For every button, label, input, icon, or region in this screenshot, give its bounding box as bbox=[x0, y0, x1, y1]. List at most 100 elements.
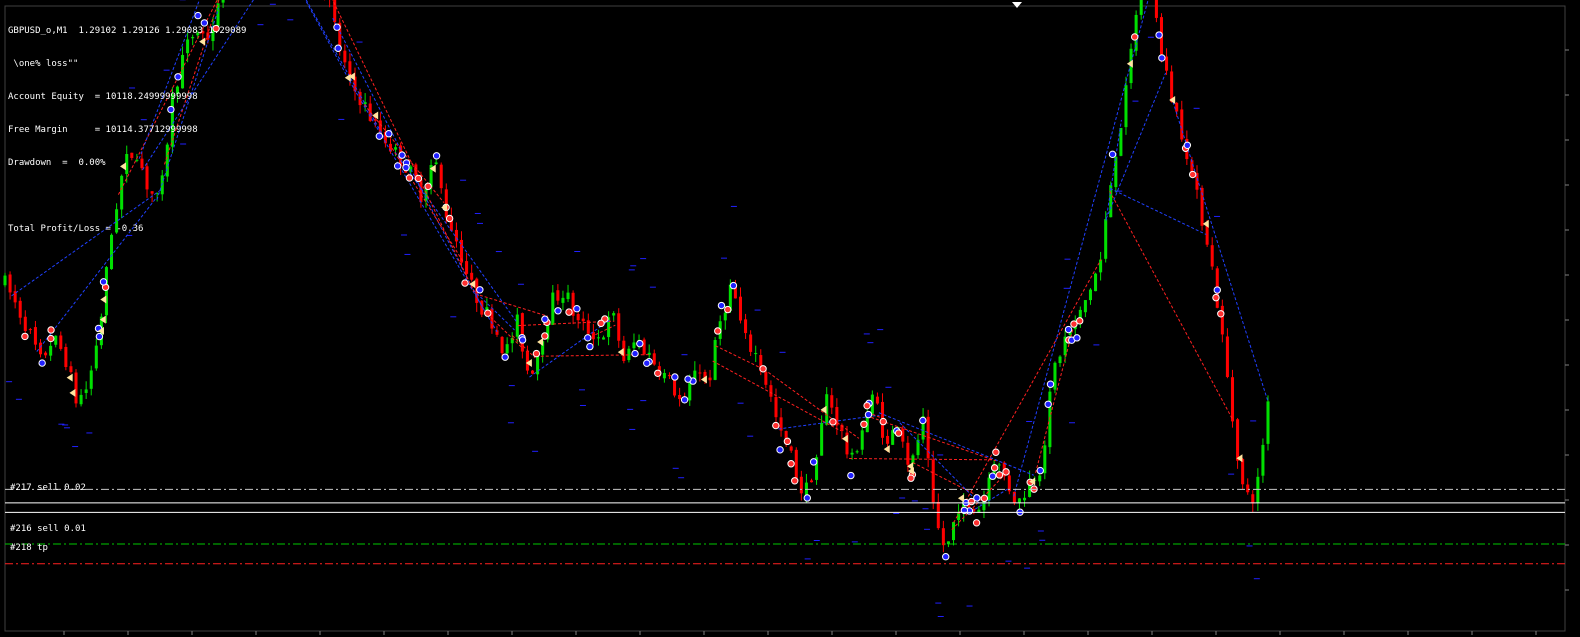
order-217-label[interactable]: #217 sell 0.02 bbox=[10, 483, 86, 493]
candle-body bbox=[952, 522, 956, 541]
candle-body bbox=[1104, 219, 1108, 259]
trade-connector-line bbox=[878, 412, 1034, 476]
candle-body bbox=[221, 0, 225, 3]
candle-body bbox=[104, 267, 108, 316]
sell-marker-icon bbox=[414, 174, 423, 183]
candle-body bbox=[1165, 56, 1169, 71]
sell-marker-icon bbox=[980, 494, 989, 503]
candle-body bbox=[551, 292, 555, 325]
candle-body bbox=[855, 451, 859, 453]
candle-body bbox=[820, 422, 824, 456]
candle-body bbox=[602, 337, 606, 340]
close-arrow-icon bbox=[537, 338, 544, 347]
sell-marker-icon bbox=[729, 281, 738, 290]
sell-marker-icon bbox=[809, 458, 818, 466]
candle-body bbox=[723, 312, 727, 321]
total-profit-loss-line: Total Profit/Loss = -0.36 bbox=[8, 224, 144, 234]
candle-body bbox=[1230, 377, 1235, 422]
candle-body bbox=[886, 435, 890, 444]
sell-marker-icon bbox=[445, 214, 454, 223]
candle-body bbox=[1175, 102, 1179, 112]
candle-body bbox=[799, 476, 803, 494]
candle-body bbox=[44, 352, 48, 356]
symbol-quote-line: GBPUSD_o,M1 1.29102 1.29126 1.29083 1.29… bbox=[8, 26, 247, 36]
candle-body bbox=[343, 50, 347, 63]
candle-body bbox=[348, 61, 352, 77]
candle-body bbox=[1099, 259, 1103, 273]
sell-marker-icon bbox=[38, 359, 46, 367]
candle-body bbox=[769, 385, 773, 397]
sell-marker-icon bbox=[47, 334, 55, 343]
buy-marker-icon bbox=[864, 410, 873, 419]
candle-body bbox=[1139, 0, 1143, 15]
candle-body bbox=[1266, 401, 1270, 444]
trade-connector-line bbox=[391, 147, 464, 263]
candle-body bbox=[59, 335, 63, 349]
buy-marker-icon bbox=[47, 326, 55, 334]
sell-marker-icon bbox=[759, 365, 767, 373]
trade-connector-line bbox=[1105, 119, 1122, 221]
sell-marker-icon bbox=[803, 494, 811, 502]
sell-marker-icon bbox=[1076, 317, 1084, 325]
sell-marker-icon bbox=[1073, 334, 1081, 342]
candle-body bbox=[1261, 444, 1265, 476]
buy-marker-icon bbox=[1217, 310, 1225, 318]
candle-body bbox=[754, 353, 758, 355]
candle-body bbox=[850, 452, 854, 455]
candle-body bbox=[708, 377, 712, 381]
sell-marker-icon bbox=[879, 417, 887, 426]
candle-body bbox=[596, 337, 600, 339]
candle-body bbox=[465, 261, 469, 274]
candle-body bbox=[566, 292, 570, 300]
trade-connector-line bbox=[472, 289, 515, 331]
buy-marker-icon bbox=[1064, 325, 1073, 334]
trade-connector-line bbox=[305, 0, 385, 138]
candle-body bbox=[941, 528, 945, 546]
sell-marker-icon bbox=[636, 339, 644, 348]
candle-body bbox=[531, 370, 535, 374]
buy-marker-icon bbox=[772, 421, 780, 430]
buy-marker-icon bbox=[1158, 54, 1166, 62]
candle-body bbox=[434, 162, 438, 165]
candle-body bbox=[678, 394, 682, 400]
buy-marker-icon bbox=[518, 336, 527, 344]
candle-body bbox=[1094, 273, 1098, 292]
order-216-label[interactable]: #216 sell 0.01 bbox=[10, 524, 86, 534]
candle-body bbox=[18, 300, 22, 318]
buy-marker-icon bbox=[907, 474, 915, 482]
candle-body bbox=[1225, 336, 1229, 377]
candle-body bbox=[931, 459, 935, 503]
candle-body bbox=[368, 103, 372, 121]
sell-marker-icon bbox=[375, 132, 384, 140]
buy-marker-icon bbox=[1212, 293, 1220, 302]
buy-marker-icon bbox=[1213, 286, 1221, 294]
candle-body bbox=[977, 509, 981, 513]
sell-marker-icon bbox=[501, 353, 509, 361]
ea-name-line: \one% loss"" bbox=[8, 59, 79, 69]
buy-marker-icon bbox=[393, 162, 402, 170]
candle-body bbox=[997, 464, 1001, 466]
candle-body bbox=[1043, 445, 1047, 474]
sell-marker-icon bbox=[643, 359, 651, 367]
candle-body bbox=[1251, 494, 1255, 504]
buy-marker-icon bbox=[402, 163, 410, 172]
candle-body bbox=[1119, 128, 1123, 156]
trade-connector-line bbox=[1109, 190, 1233, 420]
sell-marker-icon bbox=[398, 151, 406, 159]
close-arrow-icon bbox=[66, 373, 73, 382]
candle-body bbox=[789, 446, 793, 451]
order-218-tp-label[interactable]: #218 tp bbox=[10, 543, 48, 553]
drawdown-line: Drawdown = 0.00% bbox=[8, 158, 106, 168]
candle-body bbox=[28, 329, 32, 331]
sell-marker-icon bbox=[654, 369, 662, 377]
candle-body bbox=[520, 313, 524, 352]
candle-body bbox=[470, 272, 474, 280]
candle-body bbox=[394, 147, 398, 150]
candle-body bbox=[764, 371, 768, 385]
sell-marker-icon bbox=[476, 286, 484, 294]
buy-marker-icon bbox=[919, 416, 927, 425]
sell-marker-icon bbox=[829, 418, 837, 426]
buy-marker-icon bbox=[671, 373, 679, 381]
chart-shift-marker-icon[interactable] bbox=[1012, 2, 1022, 8]
sell-marker-icon bbox=[972, 519, 981, 527]
